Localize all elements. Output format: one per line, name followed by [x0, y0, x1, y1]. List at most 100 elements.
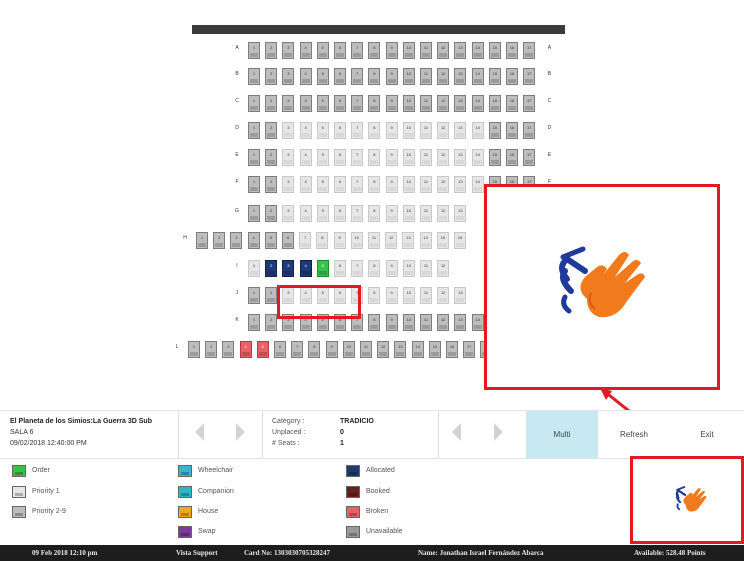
seat[interactable]: 17	[523, 149, 536, 166]
seat[interactable]: 11	[420, 149, 432, 166]
seat[interactable]: 10	[402, 176, 415, 193]
seat[interactable]: 8	[368, 287, 381, 304]
seat[interactable]: 8	[368, 122, 381, 139]
seat[interactable]: 5	[316, 205, 329, 222]
seat[interactable]: 15	[488, 68, 501, 85]
seat[interactable]: 14	[471, 122, 484, 139]
seat[interactable]: 9	[385, 122, 398, 139]
seat[interactable]: 2	[265, 95, 278, 112]
seat[interactable]: 7	[299, 232, 312, 249]
seat[interactable]: 10	[402, 287, 415, 304]
seat[interactable]: 8	[368, 68, 381, 85]
seat[interactable]: 6	[334, 68, 346, 85]
seat[interactable]: 5	[316, 149, 329, 166]
seat[interactable]: 1	[248, 42, 260, 59]
seat[interactable]: 2	[265, 176, 278, 193]
seat[interactable]: 3	[282, 260, 295, 277]
seat[interactable]: 17	[523, 95, 536, 112]
seat[interactable]: 8	[308, 341, 321, 358]
seat[interactable]: 10	[402, 68, 415, 85]
seat[interactable]: 17	[523, 68, 536, 85]
seat[interactable]: 3	[282, 205, 295, 222]
seat[interactable]: 5	[316, 42, 329, 59]
seat[interactable]: 3	[230, 232, 243, 249]
seat[interactable]: 12	[437, 176, 450, 193]
seat[interactable]: 2	[265, 149, 278, 166]
seat[interactable]: 13	[454, 68, 467, 85]
seat[interactable]: 4	[239, 341, 252, 358]
seat[interactable]: 16	[506, 42, 518, 59]
left-arrow-icon[interactable]	[452, 423, 461, 441]
seat[interactable]: 10	[402, 95, 415, 112]
seat[interactable]: 6	[334, 122, 346, 139]
seat[interactable]: 14	[471, 149, 484, 166]
seat[interactable]: 1	[248, 149, 260, 166]
seat[interactable]: 7	[351, 95, 364, 112]
seat[interactable]: 12	[385, 232, 398, 249]
seat[interactable]: 9	[385, 287, 398, 304]
seat[interactable]: 12	[437, 260, 450, 277]
seat[interactable]: 5	[316, 68, 329, 85]
seat[interactable]: 14	[471, 68, 484, 85]
seat[interactable]: 1	[248, 260, 260, 277]
seat[interactable]: 1	[248, 68, 260, 85]
right-arrow-icon[interactable]	[236, 423, 245, 441]
seat[interactable]: 6	[334, 260, 346, 277]
refresh-button[interactable]: Refresh	[598, 411, 670, 458]
seat[interactable]: 6	[334, 205, 346, 222]
seat[interactable]: 15	[488, 42, 501, 59]
seat[interactable]: 9	[333, 232, 346, 249]
seat[interactable]: 14	[411, 341, 424, 358]
seat[interactable]: 16	[446, 341, 458, 358]
seat[interactable]: 3	[282, 176, 295, 193]
seat[interactable]: 9	[385, 149, 398, 166]
seat[interactable]: 2	[265, 42, 278, 59]
seat[interactable]: 7	[351, 122, 364, 139]
seat[interactable]: 15	[488, 95, 501, 112]
seat[interactable]: 10	[402, 314, 415, 331]
seat[interactable]: 14	[419, 232, 432, 249]
seat[interactable]: 10	[342, 341, 355, 358]
seat[interactable]: 6	[334, 42, 346, 59]
seat[interactable]: 10	[402, 149, 415, 166]
seat[interactable]: 8	[368, 314, 381, 331]
seat[interactable]: 8	[368, 205, 381, 222]
seat[interactable]: 14	[471, 176, 484, 193]
seat[interactable]: 15	[436, 232, 449, 249]
seat[interactable]: 6	[274, 341, 286, 358]
seat[interactable]: 1	[248, 205, 260, 222]
seat[interactable]: 4	[247, 232, 260, 249]
seat[interactable]: 9	[385, 176, 398, 193]
seat[interactable]: 14	[471, 42, 484, 59]
seat[interactable]: 10	[402, 122, 415, 139]
seat[interactable]: 3	[222, 341, 235, 358]
seat[interactable]: 9	[385, 205, 398, 222]
seat[interactable]: 1	[248, 122, 260, 139]
seat[interactable]: 4	[299, 205, 312, 222]
seat[interactable]: 5	[264, 232, 277, 249]
seat[interactable]: 6	[334, 176, 346, 193]
seat[interactable]: 3	[282, 68, 295, 85]
seat[interactable]: 5	[316, 176, 329, 193]
seat[interactable]: 13	[454, 42, 467, 59]
seat[interactable]: 10	[402, 260, 415, 277]
seat[interactable]: 5	[316, 260, 329, 277]
seat[interactable]: 11	[420, 95, 432, 112]
seat[interactable]: 13	[394, 341, 407, 358]
seat[interactable]: 10	[350, 232, 363, 249]
seat[interactable]: 16	[506, 95, 518, 112]
seat[interactable]: 2	[205, 341, 218, 358]
seat[interactable]: 12	[437, 42, 450, 59]
seat[interactable]: 16	[506, 68, 518, 85]
seat[interactable]: 13	[402, 232, 415, 249]
seat[interactable]: 7	[351, 205, 364, 222]
seat[interactable]: 12	[437, 149, 450, 166]
seat[interactable]: 7	[351, 149, 364, 166]
seat[interactable]: 2	[265, 314, 278, 331]
seat[interactable]: 10	[402, 42, 415, 59]
seat[interactable]: 15	[488, 149, 501, 166]
seat[interactable]: 1	[196, 232, 208, 249]
seat[interactable]: 5	[256, 341, 269, 358]
seat[interactable]: 13	[454, 95, 467, 112]
seat[interactable]: 4	[299, 149, 312, 166]
